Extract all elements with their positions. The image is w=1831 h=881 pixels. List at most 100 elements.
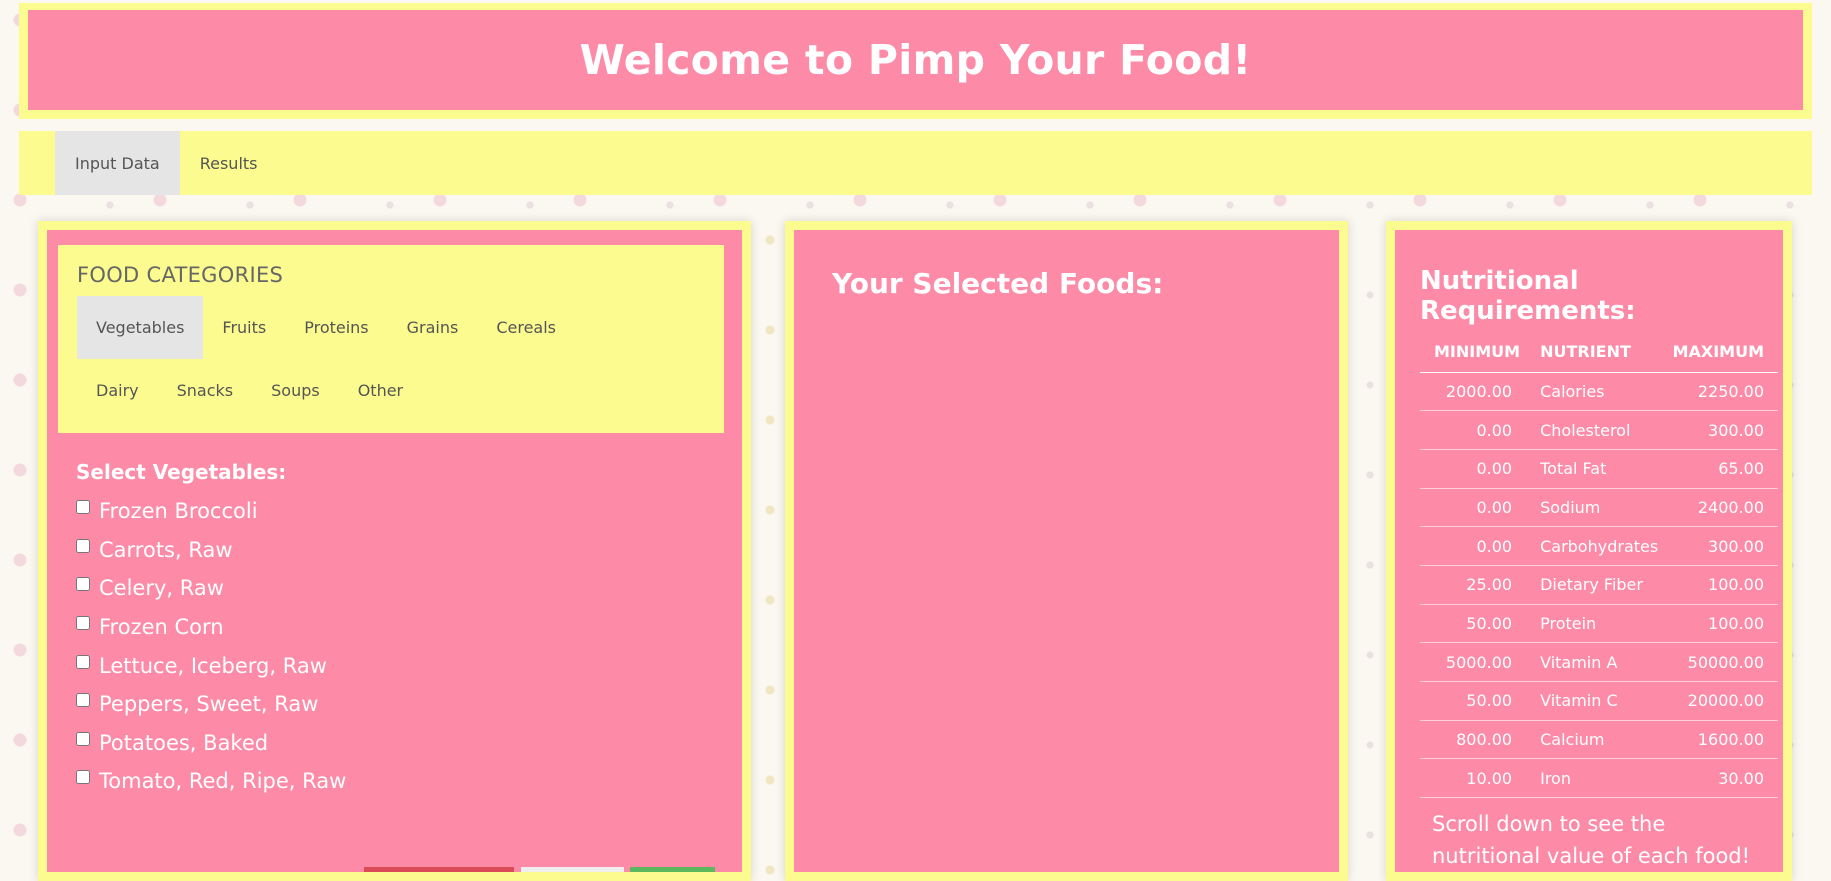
table-row: 0.00 Sodium 2400.00 <box>1420 488 1778 528</box>
nutrient-name: Total Fat <box>1526 449 1667 489</box>
category-tab-grains[interactable]: Grains <box>388 296 478 359</box>
food-option[interactable]: Celery, Raw <box>76 569 346 608</box>
food-categories: FOOD CATEGORIES Vegetables Fruits Protei… <box>58 245 724 433</box>
food-option[interactable]: Lettuce, Iceberg, Raw <box>76 646 346 685</box>
food-option-label: Celery, Raw <box>99 576 224 601</box>
categories-title: FOOD CATEGORIES <box>77 263 284 287</box>
selection-heading: Select Vegetables: <box>76 460 287 484</box>
food-checkbox[interactable] <box>76 654 90 669</box>
nutrient-name: Vitamin C <box>1526 681 1667 721</box>
food-option-label: Frozen Corn <box>99 615 224 640</box>
food-option[interactable]: Peppers, Sweet, Raw <box>76 685 346 724</box>
max-value: 20000.00 <box>1666 681 1778 721</box>
category-tab-soups[interactable]: Soups <box>252 359 339 422</box>
food-option-label: Peppers, Sweet, Raw <box>99 692 319 717</box>
requirements-title: Nutritional Requirements: <box>1420 266 1636 326</box>
max-value: 50000.00 <box>1666 642 1778 682</box>
header-inner: Welcome to Pimp Your Food! <box>28 10 1803 110</box>
requirements-panel: Nutritional Requirements: MINIMUM NUTRIE… <box>1386 221 1792 881</box>
food-selection-panel: FOOD CATEGORIES Vegetables Fruits Protei… <box>38 221 751 881</box>
category-tab-other[interactable]: Other <box>339 359 422 422</box>
nutrient-name: Sodium <box>1526 488 1667 528</box>
food-option-label: Potatoes, Baked <box>99 730 269 755</box>
page-title: Welcome to Pimp Your Food! <box>579 36 1252 84</box>
nutrient-name: Carbohydrates <box>1526 526 1667 566</box>
table-row: 50.00 Protein 100.00 <box>1420 604 1778 644</box>
food-option[interactable]: Frozen Broccoli <box>76 492 346 531</box>
max-value: 2400.00 <box>1666 488 1778 528</box>
min-value: 0.00 <box>1420 410 1527 450</box>
main-nav: Input Data Results <box>19 131 1812 195</box>
food-option[interactable]: Tomato, Red, Ripe, Raw <box>76 762 346 801</box>
table-row: 10.00 Iron 30.00 <box>1420 758 1778 799</box>
selected-foods-title: Your Selected Foods: <box>832 267 1164 300</box>
min-value: 50.00 <box>1420 604 1527 644</box>
nutrient-name: Vitamin A <box>1526 642 1667 682</box>
food-checkbox[interactable] <box>76 616 90 631</box>
food-option[interactable]: Carrots, Raw <box>76 531 346 570</box>
food-checkbox[interactable] <box>76 577 90 592</box>
min-value: 25.00 <box>1420 565 1527 605</box>
food-option-label: Carrots, Raw <box>99 537 233 562</box>
category-tab-cereals[interactable]: Cereals <box>477 296 575 359</box>
nutrient-name: Calcium <box>1526 720 1667 760</box>
food-checkbox[interactable] <box>76 731 90 746</box>
min-value: 0.00 <box>1420 449 1527 489</box>
max-value: 2250.00 <box>1666 372 1778 412</box>
category-tab-snacks[interactable]: Snacks <box>158 359 253 422</box>
min-value: 0.00 <box>1420 526 1527 566</box>
category-tabs: Vegetables Fruits Proteins Grains Cereal… <box>77 296 637 422</box>
min-value: 5000.00 <box>1420 642 1527 682</box>
min-value: 0.00 <box>1420 488 1527 528</box>
nutrient-name: Protein <box>1526 604 1667 644</box>
max-value: 100.00 <box>1666 604 1778 644</box>
category-tab-vegetables[interactable]: Vegetables <box>77 296 204 359</box>
food-option[interactable]: Potatoes, Baked <box>76 724 346 763</box>
tab-input-data[interactable]: Input Data <box>55 131 180 195</box>
table-row: 0.00 Cholesterol 300.00 <box>1420 410 1778 450</box>
column-header-maximum: MAXIMUM <box>1666 331 1778 373</box>
food-checkbox[interactable] <box>76 770 90 785</box>
food-option-label: Tomato, Red, Ripe, Raw <box>99 769 347 794</box>
scroll-note: Scroll down to see the nutritional value… <box>1432 812 1751 868</box>
max-value: 100.00 <box>1666 565 1778 605</box>
max-value: 300.00 <box>1666 410 1778 450</box>
requirements-table: MINIMUM NUTRIENT MAXIMUM 2000.00 Calories… <box>1420 331 1778 799</box>
table-row: 50.00 Vitamin C 20000.00 <box>1420 681 1778 721</box>
nutrient-name: Iron <box>1526 758 1667 799</box>
table-row: 800.00 Calcium 1600.00 <box>1420 720 1778 760</box>
max-value: 65.00 <box>1666 449 1778 489</box>
category-tab-dairy[interactable]: Dairy <box>77 359 158 422</box>
min-value: 800.00 <box>1420 720 1527 760</box>
table-row: 25.00 Dietary Fiber 100.00 <box>1420 565 1778 605</box>
food-option-label: Lettuce, Iceberg, Raw <box>99 653 327 678</box>
max-value: 1600.00 <box>1666 720 1778 760</box>
nutrient-name: Calories <box>1526 372 1667 412</box>
food-option[interactable]: Frozen Corn <box>76 608 346 647</box>
nutrient-name: Dietary Fiber <box>1526 565 1667 605</box>
min-value: 50.00 <box>1420 681 1527 721</box>
tab-results[interactable]: Results <box>180 131 278 195</box>
column-header-minimum: MINIMUM <box>1420 331 1527 373</box>
vegetable-selection: Select Vegetables: Frozen Broccoli Carro… <box>76 460 346 801</box>
table-row: 2000.00 Calories 2250.00 <box>1420 372 1778 412</box>
category-tab-fruits[interactable]: Fruits <box>203 296 285 359</box>
max-value: 30.00 <box>1666 758 1778 799</box>
food-checkbox[interactable] <box>76 500 90 515</box>
table-row: 0.00 Total Fat 65.00 <box>1420 449 1778 489</box>
column-header-nutrient: NUTRIENT <box>1526 331 1667 373</box>
nutrient-name: Cholesterol <box>1526 410 1667 450</box>
min-value: 10.00 <box>1420 758 1527 799</box>
food-checkbox[interactable] <box>76 538 90 553</box>
table-row: 5000.00 Vitamin A 50000.00 <box>1420 642 1778 682</box>
food-checkbox[interactable] <box>76 693 90 708</box>
table-header-row: MINIMUM NUTRIENT MAXIMUM <box>1420 331 1778 373</box>
requirements-body: 2000.00 Calories 2250.00 0.00 Cholesterol 300… <box>1420 372 1778 799</box>
header-banner: Welcome to Pimp Your Food! <box>19 3 1812 119</box>
table-row: 0.00 Carbohydrates 300.00 <box>1420 526 1778 566</box>
max-value: 300.00 <box>1666 526 1778 566</box>
food-option-label: Frozen Broccoli <box>99 499 258 524</box>
selected-foods-panel: Your Selected Foods: <box>785 221 1348 881</box>
category-tab-proteins[interactable]: Proteins <box>285 296 387 359</box>
min-value: 2000.00 <box>1420 372 1527 412</box>
